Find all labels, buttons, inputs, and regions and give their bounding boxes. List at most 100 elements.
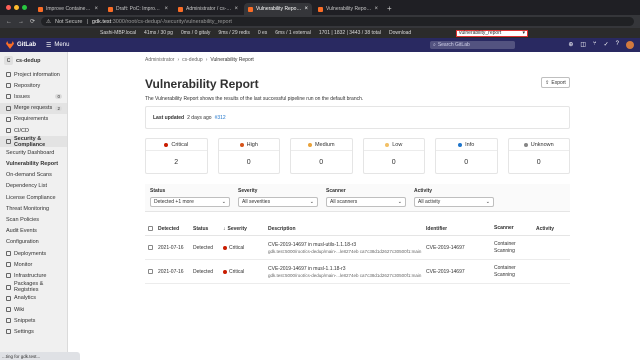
breadcrumb-item-current[interactable]: Vulnerability Report [210,57,253,63]
pipeline-link[interactable]: #312 [215,115,226,121]
cloud-icon [6,273,11,279]
plus-icon[interactable]: ⊕ [568,41,573,49]
select-all-checkbox[interactable] [147,226,153,231]
browser-tab[interactable]: Administrator / cs-dedup-mu× [174,3,242,15]
merge-request-icon[interactable]: ⑂ [593,41,597,49]
browser-tab[interactable]: Draft: PoC: Improve containe× [104,3,172,15]
severity-dropdown[interactable]: All severities ⌄ [238,197,318,207]
severity-count: 0 [391,158,396,166]
help-icon[interactable]: ? [616,41,619,49]
sidebar-item-security-compliance[interactable]: Security & Compliance [0,136,67,148]
sidebar-project[interactable]: C cs-dedup [0,52,67,69]
table-row[interactable]: 2021-07-16 Detected Critical CVE-2019-14… [145,260,570,284]
breadcrumb-separator: › [205,57,208,63]
sidebar-subitem-configuration[interactable]: Configuration [0,237,67,248]
gitlab-logo-icon[interactable] [6,41,14,49]
severity-card-medium: Medium 0 [290,138,353,174]
sidebar-subitem-on-demand-scans[interactable]: On-demand Scans [0,170,67,181]
back-arrow-icon[interactable]: ← [6,19,12,25]
new-tab-button[interactable]: + [387,4,392,13]
perf-es[interactable]: 0 es [258,30,267,36]
user-avatar[interactable] [626,41,634,49]
table-row[interactable]: 2021-07-16 Detected Critical CVE-2019-14… [145,236,570,260]
sidebar-subitem-security-dashboard[interactable]: Security Dashboard [0,147,67,158]
sidebar-subitem-audit-events[interactable]: Audit Events [0,226,67,237]
severity-count: 0 [536,158,541,166]
status-dropdown[interactable]: Detected +1 more ⌄ [150,197,230,207]
sidebar-item-snippets[interactable]: Snippets [0,315,67,326]
sidebar-item-project-information[interactable]: Project information [0,69,67,80]
col-status[interactable]: Status [193,226,223,232]
sidebar-item-infrastructure[interactable]: Infrastructure [0,270,67,281]
sidebar-item-monitor[interactable]: Monitor [0,259,67,270]
browser-tab[interactable]: Vulnerability Report - Sashi H× [314,3,382,15]
identifier-cell: CVE-2019-14697 [426,268,465,275]
sidebar-item-settings[interactable]: Settings [0,326,67,337]
perf-download[interactable]: Download [389,30,411,36]
perf-pg[interactable]: 41ms / 30 pg [144,30,173,36]
issues-icon[interactable]: ◫ [580,41,586,49]
export-button[interactable]: ⇪ Export [541,77,570,88]
sidebar-item-merge-requests[interactable]: Merge requests 2 [0,102,67,114]
scanner-dropdown[interactable]: All scanners ⌄ [326,197,406,207]
breadcrumb-item[interactable]: cs-dedup [182,57,203,63]
close-tab-icon[interactable]: × [94,6,98,12]
perf-host: Sashi-MBP.local [100,30,137,36]
close-tab-icon[interactable]: × [234,6,238,12]
last-updated-label: Last updated [153,114,185,121]
close-tab-icon[interactable]: × [164,6,168,12]
perf-gitaly[interactable]: 0ms / 0 gitaly [181,30,210,36]
filter-status: Status Detected +1 more ⌄ [150,188,230,211]
breadcrumb-item[interactable]: Administrator [145,57,174,63]
row-checkbox[interactable] [147,269,153,274]
sidebar-item-wiki[interactable]: Wiki [0,304,67,315]
vulnerability-title-link[interactable]: CVE-2019-14697 in musl-1.1.18-r3 [268,266,426,272]
scanner-cell: Container Scanning [494,240,516,254]
sidebar-subitem-vulnerability-report[interactable]: Vulnerability Report [0,159,67,170]
close-tab-icon[interactable]: × [374,6,378,12]
browser-tab-active[interactable]: Vulnerability Report - Admini× [244,3,312,15]
rocket-icon [6,128,11,134]
address-bar[interactable]: ⚠ Not Secure | gdk.test:3000/root/cs-ded… [41,17,634,26]
sidebar-subitem-scan-policies[interactable]: Scan Policies [0,214,67,225]
gitlab-favicon-icon [38,6,43,12]
maximize-window-icon[interactable] [22,5,27,10]
close-window-icon[interactable] [6,5,11,10]
browser-tab[interactable]: Improve Container Scanning w× [34,3,102,15]
reload-icon[interactable]: ⟳ [30,18,35,25]
sidebar-item-ci-cd[interactable]: CI/CD [0,125,67,136]
repository-icon [6,83,11,89]
menu-button[interactable]: ☰ Menu [46,42,69,49]
col-detected[interactable]: Detected [155,226,193,232]
perf-request-select[interactable]: vulnerability_report ▾ [456,29,528,37]
row-checkbox[interactable] [147,245,153,250]
sidebar-subitem-license-compliance[interactable]: License Compliance [0,192,67,203]
chevron-down-icon: ▾ [522,30,525,36]
col-identifier: Identifier [426,225,448,232]
forward-arrow-icon[interactable]: → [18,19,24,25]
sidebar-item-packages-registries[interactable]: Packages & Registries [0,281,67,293]
todo-icon[interactable]: ✓ [604,41,609,49]
sidebar-item-requirements[interactable]: Requirements [0,114,67,125]
sidebar-subitem-threat-monitoring[interactable]: Threat Monitoring [0,203,67,214]
gitlab-favicon-icon [178,6,183,12]
perf-external[interactable]: 6ms / 1 external [275,30,311,36]
filter-severity: Severity All severities ⌄ [238,188,318,211]
sidebar-item-analytics[interactable]: Analytics [0,293,67,304]
close-tab-icon[interactable]: × [304,6,308,12]
gitlab-header: GitLab ☰ Menu ⌕ Search GitLab ⊕ ◫ ⑂ ✓ ? [0,38,640,52]
vulnerability-title-link[interactable]: CVE-2019-14697 in musl-utils-1.1.18-r3 [268,242,426,248]
sidebar-item-repository[interactable]: Repository [0,80,67,91]
perf-redis[interactable]: 9ms / 29 redis [218,30,249,36]
browser-tab-bar: Improve Container Scanning w× Draft: PoC… [0,0,640,15]
search-input[interactable]: ⌕ Search GitLab [430,41,515,49]
minimize-window-icon[interactable] [14,5,19,10]
col-severity[interactable]: ↓ Severity [223,226,268,232]
sidebar-item-issues[interactable]: Issues 0 [0,91,67,102]
gitlab-brand[interactable]: GitLab [17,42,36,48]
activity-dropdown[interactable]: All activity ⌄ [414,197,494,207]
gear-icon [6,329,11,335]
sidebar-subitem-dependency-list[interactable]: Dependency List [0,181,67,192]
sidebar-item-deployments[interactable]: Deployments [0,248,67,259]
merge-request-icon [6,105,11,111]
